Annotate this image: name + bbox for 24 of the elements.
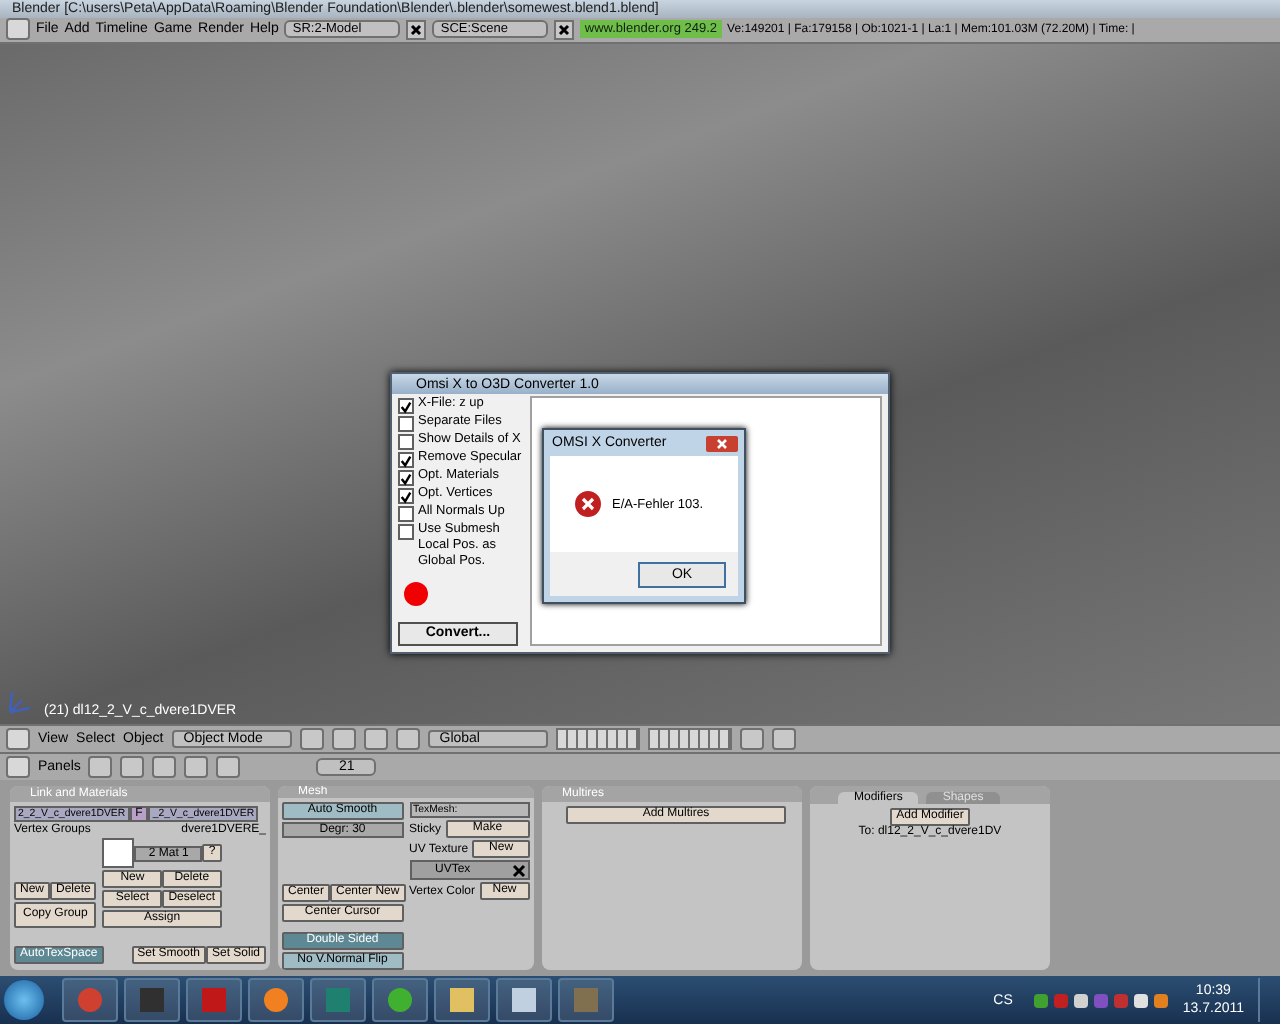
checkbox[interactable] [398,398,414,414]
taskbar-app-icon[interactable] [124,978,180,1022]
layer-buttons[interactable] [647,728,732,750]
checkbox[interactable] [398,434,414,450]
axis-icon [6,688,34,716]
tray-icon[interactable] [1154,993,1169,1007]
start-button[interactable] [4,980,44,1020]
close-icon[interactable] [512,863,526,877]
checkbox[interactable] [398,452,414,468]
taskbar-app-icon[interactable] [248,978,304,1022]
layer-buttons[interactable] [555,728,640,750]
close-icon[interactable] [406,19,427,40]
taskbar-app-icon[interactable] [434,978,490,1022]
checkbox[interactable] [398,488,414,504]
checkbox[interactable] [398,416,414,432]
checkbox[interactable] [398,524,414,540]
close-icon[interactable] [554,19,575,40]
material-swatch [102,838,135,868]
checkbox[interactable] [398,470,414,486]
taskbar-app-icon[interactable] [372,978,428,1022]
error-icon [574,490,602,518]
status-indicator-icon [404,582,428,606]
checkbox[interactable] [398,506,414,522]
taskbar-app-icon[interactable] [496,978,552,1022]
